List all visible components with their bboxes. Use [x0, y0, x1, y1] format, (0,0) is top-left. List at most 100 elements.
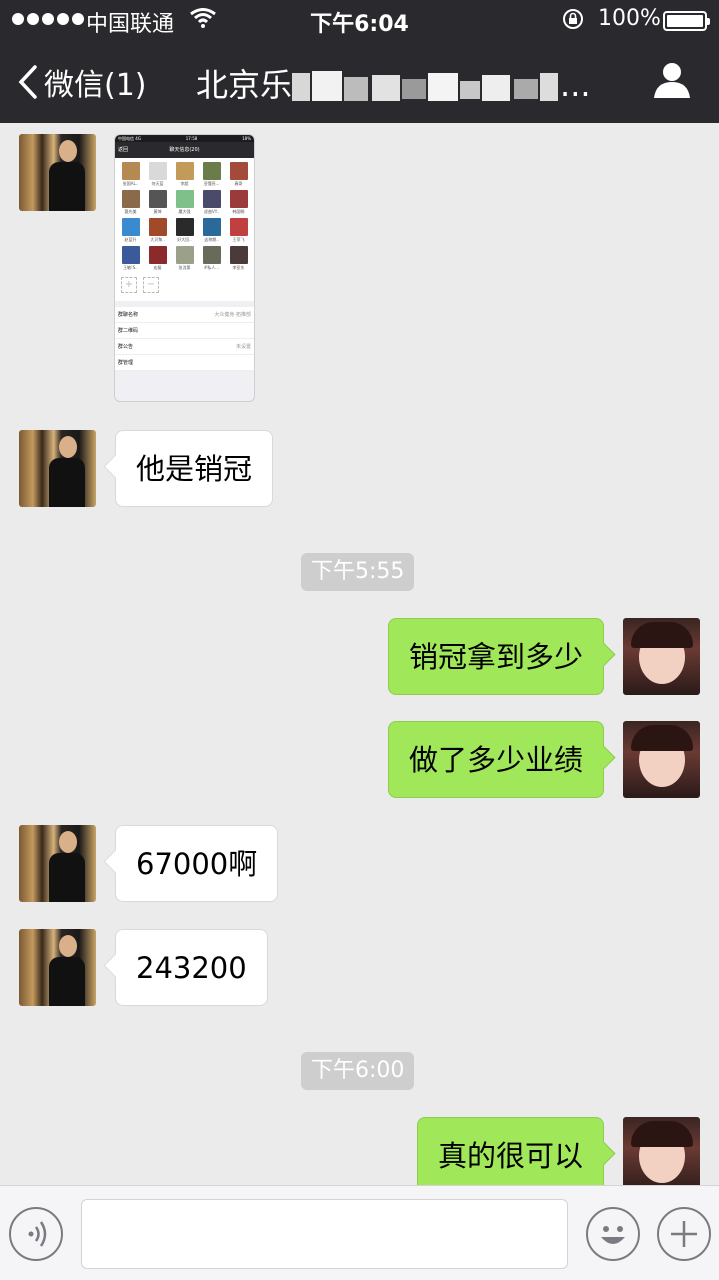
chat-title: 北京乐 ...	[196, 60, 591, 107]
screenshot-member: #私人...	[198, 246, 225, 271]
chat-message-list[interactable]: 中国电信 4G 17:58 18% 返回 聊天信息(20) 张国AL.. 何天蓝李…	[0, 123, 719, 1185]
chat-title-text: 北京乐	[196, 66, 293, 104]
screenshot-member: 李超	[171, 162, 198, 187]
screenshot-settings-label: 群聊名称	[118, 312, 139, 318]
screenshot-member-name: 亚懂亮...	[203, 181, 220, 186]
status-bar: 中国联通 下午6:04 100%	[0, 0, 719, 40]
screenshot-image-message[interactable]: 中国电信 4G 17:58 18% 返回 聊天信息(20) 张国AL.. 何天蓝李…	[114, 134, 255, 402]
screenshot-member-avatar	[175, 218, 194, 236]
chat-title-ellipsis: ...	[560, 66, 591, 104]
back-button[interactable]: 微信(1)	[18, 60, 147, 104]
screenshot-member-avatar	[202, 246, 221, 264]
screenshot-nav: 返回 聊天信息(20)	[115, 142, 254, 158]
screenshot-member-name: 魔大强	[178, 209, 191, 214]
sender-avatar[interactable]	[19, 825, 96, 902]
screenshot-member: 好大回..	[171, 218, 198, 243]
screenshot-member-avatar	[148, 190, 167, 208]
screenshot-member-name: 这称期..	[204, 237, 219, 242]
message-timestamp: 下午5:55	[301, 553, 415, 591]
remove-member-icon: −	[143, 277, 159, 293]
screenshot-member-name: 韩国赐	[232, 209, 245, 214]
add-member-icon: +	[121, 277, 137, 293]
outgoing-message-bubble[interactable]: 销冠拿到多少	[387, 618, 604, 695]
screenshot-member-name: 娶先美	[124, 209, 137, 214]
sender-avatar[interactable]	[19, 430, 96, 507]
screenshot-member-avatar	[148, 162, 167, 180]
screenshot-member-avatar	[121, 162, 140, 180]
screenshot-settings-row: 群聊名称 大众健身·拓推部	[115, 307, 254, 323]
screenshot-member-avatar	[175, 246, 194, 264]
screenshot-member-name: 大贝黎..	[150, 237, 165, 242]
chat-header: 微信(1) 北京乐 ...	[0, 40, 719, 123]
screenshot-member-name: 王敏!S..	[123, 265, 138, 270]
screenshot-member: 春哥	[225, 162, 252, 187]
screenshot-member-avatar	[202, 162, 221, 180]
screenshot-member: 王敏!S..	[117, 246, 144, 271]
message-text-input[interactable]	[81, 1199, 568, 1269]
screenshot-member: 韩国赐	[225, 190, 252, 215]
screenshot-member-avatar	[121, 246, 140, 264]
screenshot-member-name: 王菲飞	[232, 237, 245, 242]
voice-wave-icon	[28, 1221, 47, 1247]
my-avatar[interactable]	[623, 618, 700, 695]
screenshot-member-avatar	[121, 190, 140, 208]
chat-info-person-icon[interactable]	[652, 60, 692, 100]
screenshot-member-avatar	[175, 190, 194, 208]
screenshot-member-name: 张国AL..	[122, 181, 139, 186]
outgoing-message-bubble[interactable]: 真的很可以	[416, 1117, 604, 1185]
screenshot-member: 娶先美	[117, 190, 144, 215]
screenshot-member-name: 黄坤	[153, 209, 162, 214]
screenshot-member: 虎曲VY..	[198, 190, 225, 215]
screenshot-member: 张国AL..	[117, 162, 144, 187]
screenshot-settings-label: 群公告	[118, 344, 134, 350]
screenshot-member-avatar	[229, 190, 248, 208]
screenshot-member: 何天蓝	[144, 162, 171, 187]
incoming-message-bubble[interactable]: 他是销冠	[115, 430, 274, 507]
screenshot-member-avatar	[175, 162, 194, 180]
battery-percent: 100%	[598, 6, 661, 31]
message-input-bar	[0, 1185, 719, 1280]
screenshot-member: 王菲飞	[225, 218, 252, 243]
screenshot-member-name: 何天蓝	[151, 181, 164, 186]
my-avatar[interactable]	[623, 721, 700, 798]
screenshot-member-name: 李超	[180, 181, 189, 186]
screenshot-settings-value: 未设置	[235, 344, 251, 350]
screenshot-member-avatar	[202, 218, 221, 236]
screenshot-member-avatar	[229, 162, 248, 180]
screenshot-member-name: 张泷第	[178, 265, 191, 270]
battery-icon	[663, 11, 710, 31]
screenshot-member: 黄坤	[144, 190, 171, 215]
screenshot-settings-list: 群聊名称 大众健身·拓推部群二维码群公告 未设置群管理	[115, 307, 254, 371]
screenshot-member: 张泷第	[171, 246, 198, 271]
message-timestamp: 下午6:00	[301, 1052, 415, 1090]
incoming-message-bubble[interactable]: 67000啊	[115, 825, 279, 902]
screenshot-member-name: 李亚东	[232, 265, 245, 270]
screenshot-settings-label: 群二维码	[118, 328, 139, 334]
voice-input-button[interactable]	[9, 1207, 63, 1261]
screenshot-add-remove-row: + −	[115, 273, 254, 301]
emoji-button[interactable]	[586, 1207, 640, 1261]
screenshot-member-avatar	[229, 246, 248, 264]
screenshot-settings-label: 群管理	[118, 360, 134, 366]
my-avatar[interactable]	[623, 1117, 700, 1185]
screenshot-member-name: #私人...	[203, 265, 220, 270]
back-button-label: 微信(1)	[44, 68, 147, 103]
smiley-face-icon	[601, 1226, 625, 1244]
sender-avatar[interactable]	[19, 929, 96, 1006]
screenshot-member-name: 宏磊	[153, 265, 162, 270]
screenshot-member-avatar	[202, 190, 221, 208]
screenshot-member: 魔大强	[171, 190, 198, 215]
chevron-left-icon	[18, 65, 37, 99]
screenshot-member-name: 好大回..	[177, 237, 192, 242]
outgoing-message-bubble[interactable]: 做了多少业绩	[387, 721, 604, 798]
screenshot-member-grid: 张国AL.. 何天蓝 李超 亚懂亮... 春哥娶先美 黄坤 魔大强 虎曲VY.. 韩国赐赵蓝升 大…	[115, 158, 254, 273]
screenshot-member-avatar	[121, 218, 140, 236]
screenshot-member: 李亚东	[225, 246, 252, 271]
sender-avatar[interactable]	[19, 134, 96, 211]
screenshot-member-avatar	[148, 246, 167, 264]
more-options-button[interactable]	[657, 1207, 711, 1261]
screenshot-settings-value: 大众健身·拓推部	[214, 312, 251, 318]
screenshot-member: 赵蓝升	[117, 218, 144, 243]
incoming-message-bubble[interactable]: 243200	[115, 929, 268, 1006]
screenshot-member: 亚懂亮...	[198, 162, 225, 187]
